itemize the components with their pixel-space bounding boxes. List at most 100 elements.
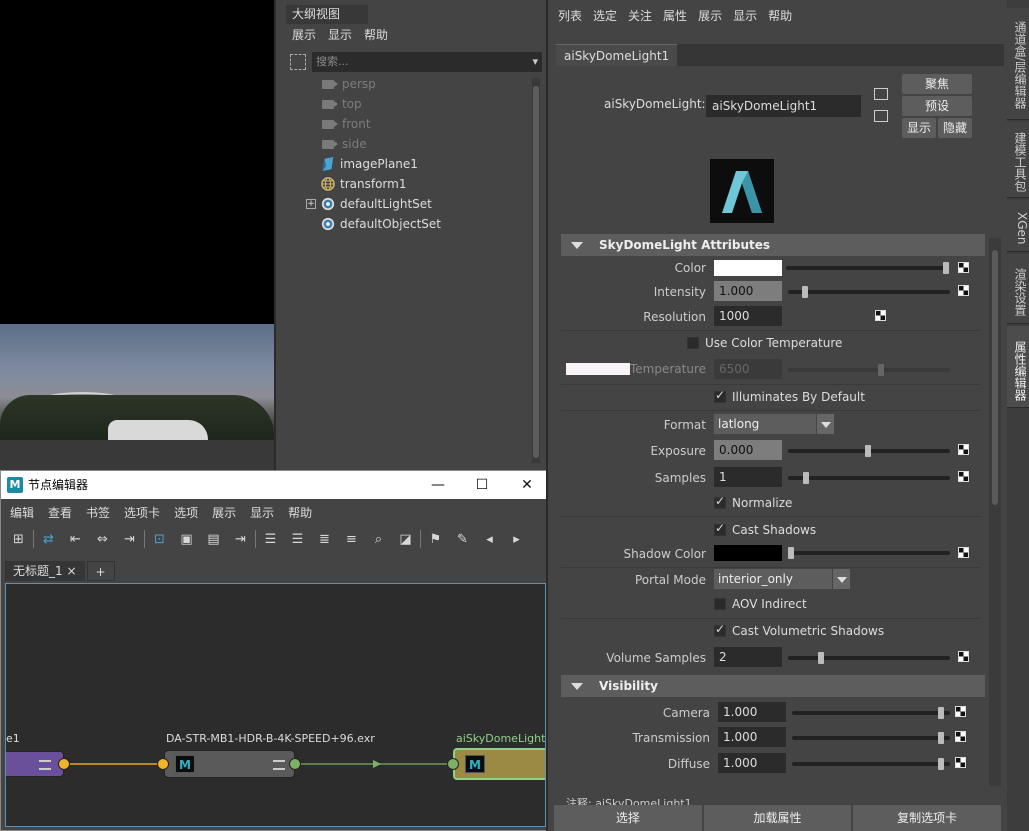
menu-display[interactable]: 展示: [212, 503, 236, 523]
shadow-color-swatch[interactable]: [714, 545, 782, 561]
bookmark-add-icon[interactable]: ⚑: [422, 528, 449, 550]
map-button-icon[interactable]: [958, 471, 969, 482]
normalize-checkbox[interactable]: [714, 494, 726, 509]
file-texture-node[interactable]: M: [164, 750, 295, 778]
exposure-field[interactable]: 0.000: [714, 440, 782, 460]
full-mode-icon[interactable]: ≣: [311, 528, 338, 550]
menu-show[interactable]: 显示: [733, 6, 757, 26]
outliner-item-persp[interactable]: persp: [320, 74, 376, 94]
scroll-thumb[interactable]: [992, 250, 998, 505]
menu-help[interactable]: 帮助: [768, 6, 792, 26]
swatch-icon[interactable]: ◪: [392, 528, 419, 550]
map-button-icon[interactable]: [875, 310, 886, 321]
cast-volumetric-shadows-checkbox[interactable]: [714, 622, 726, 637]
bookmark-edit-icon[interactable]: ✎: [449, 528, 476, 550]
presets-button[interactable]: 预设: [902, 96, 972, 116]
skydome-light-node[interactable]: M: [453, 748, 545, 780]
menu-selected[interactable]: 选定: [593, 6, 617, 26]
transmission-slider[interactable]: [792, 736, 950, 740]
select-filter-icon[interactable]: [290, 54, 306, 70]
section-skydome-attributes[interactable]: SkyDomeLight Attributes: [561, 234, 985, 256]
show-button[interactable]: 显示: [902, 118, 936, 138]
diffuse-slider[interactable]: [792, 762, 950, 766]
menu-edit[interactable]: 编辑: [10, 503, 34, 523]
intensity-slider[interactable]: [788, 290, 950, 294]
in-out-connections-icon[interactable]: ⇔: [89, 528, 116, 550]
menu-focus[interactable]: 关注: [628, 6, 652, 26]
minimize-button[interactable]: —: [415, 471, 461, 499]
diffuse-slider-knob[interactable]: [938, 758, 944, 770]
focus-button[interactable]: 聚焦: [902, 74, 972, 94]
node-editor-titlebar[interactable]: M 节点编辑器 — ☐ ✕: [1, 471, 548, 499]
resolution-field[interactable]: 1000: [714, 306, 782, 326]
menu-tabs[interactable]: 选项卡: [124, 503, 160, 523]
menu-view[interactable]: 查看: [48, 503, 72, 523]
outliner-item-imageplane1[interactable]: imagePlane1: [320, 154, 418, 174]
map-button-icon[interactable]: [958, 651, 969, 662]
camera-slider-knob[interactable]: [938, 707, 944, 719]
transmission-field[interactable]: 1.000: [718, 727, 786, 747]
camera-field[interactable]: 1.000: [718, 702, 786, 722]
select-button[interactable]: 选择: [554, 805, 702, 831]
outliner-item-defaultlightset[interactable]: + defaultLightSet: [306, 194, 432, 214]
map-button-icon[interactable]: [955, 706, 966, 717]
samples-slider-knob[interactable]: [803, 472, 809, 484]
menu-show[interactable]: 显示: [328, 25, 352, 45]
connected-mode-icon[interactable]: ☰: [284, 528, 311, 550]
menu-show[interactable]: 显示: [250, 503, 274, 523]
swap-graph-icon[interactable]: ⇄: [35, 528, 62, 550]
volume-samples-slider[interactable]: [788, 656, 950, 660]
layout-icon[interactable]: ▤: [200, 528, 227, 550]
menu-bookmarks[interactable]: 书签: [86, 503, 110, 523]
outliner-item-defaultobjectset[interactable]: defaultObjectSet: [320, 214, 441, 234]
outliner-item-front[interactable]: front: [320, 114, 371, 134]
chevron-down-icon[interactable]: ▾: [532, 52, 538, 72]
input-port[interactable]: [157, 758, 169, 770]
menu-list[interactable]: 列表: [558, 6, 582, 26]
portal-mode-dropdown[interactable]: interior_only: [714, 569, 850, 589]
scroll-thumb[interactable]: [533, 86, 539, 458]
load-attributes-button[interactable]: 加载属性: [703, 805, 852, 831]
shadow-color-slider[interactable]: [788, 551, 950, 555]
side-tab-attribute-editor[interactable]: 属性编辑器: [1007, 326, 1029, 408]
menu-options[interactable]: 选项: [174, 503, 198, 523]
copy-tab-button[interactable]: 复制选项卡: [853, 805, 1002, 831]
diffuse-field[interactable]: 1.000: [718, 753, 786, 773]
intensity-field[interactable]: 1.000: [714, 281, 782, 301]
map-button-icon[interactable]: [955, 757, 966, 768]
custom-mode-icon[interactable]: ≡: [338, 528, 365, 550]
output-port[interactable]: [58, 758, 70, 770]
node-graph-canvas[interactable]: e1 DA-STR-MB1-HDR-B-4K-SPEED+96.exr M ai…: [5, 583, 546, 827]
camera-slider[interactable]: [792, 711, 950, 715]
expand-plus-icon[interactable]: +: [306, 199, 316, 209]
exposure-slider-knob[interactable]: [865, 445, 871, 457]
side-tab-channel-box[interactable]: 通道盒/层编辑器: [1007, 8, 1029, 120]
side-tab-xgen[interactable]: XGen: [1007, 200, 1029, 252]
cast-shadows-checkbox[interactable]: [714, 521, 726, 536]
intensity-slider-knob[interactable]: [802, 286, 808, 298]
format-dropdown[interactable]: latlong: [714, 414, 834, 434]
tab-aiskydomelight1[interactable]: aiSkyDomeLight1: [556, 44, 678, 66]
outliner-search-input[interactable]: 搜索... ▾: [312, 52, 542, 72]
samples-field[interactable]: 1: [714, 467, 782, 487]
input-connections-icon[interactable]: [874, 88, 888, 100]
map-button-icon[interactable]: [958, 285, 969, 296]
outliner-item-transform1[interactable]: transform1: [320, 174, 406, 194]
output-port[interactable]: [289, 758, 301, 770]
close-button[interactable]: ✕: [504, 471, 550, 499]
bookmark-next-icon[interactable]: ▸: [503, 528, 530, 550]
output-connections-icon[interactable]: ⇥: [116, 528, 143, 550]
menu-display[interactable]: 展示: [698, 6, 722, 26]
viewport-panel[interactable]: [0, 0, 274, 470]
samples-slider[interactable]: [788, 476, 950, 480]
menu-display[interactable]: 展示: [292, 25, 316, 45]
search-icon[interactable]: ⌕: [365, 528, 392, 550]
simple-mode-icon[interactable]: ☰: [257, 528, 284, 550]
close-icon[interactable]: ×: [66, 564, 76, 578]
map-button-icon[interactable]: [955, 731, 966, 742]
file-source-node[interactable]: [6, 751, 64, 777]
add-node-icon[interactable]: ⊞: [5, 528, 32, 550]
menu-attributes[interactable]: 属性: [663, 6, 687, 26]
outliner-item-side[interactable]: side: [320, 134, 367, 154]
hide-button[interactable]: 隐藏: [938, 118, 972, 138]
